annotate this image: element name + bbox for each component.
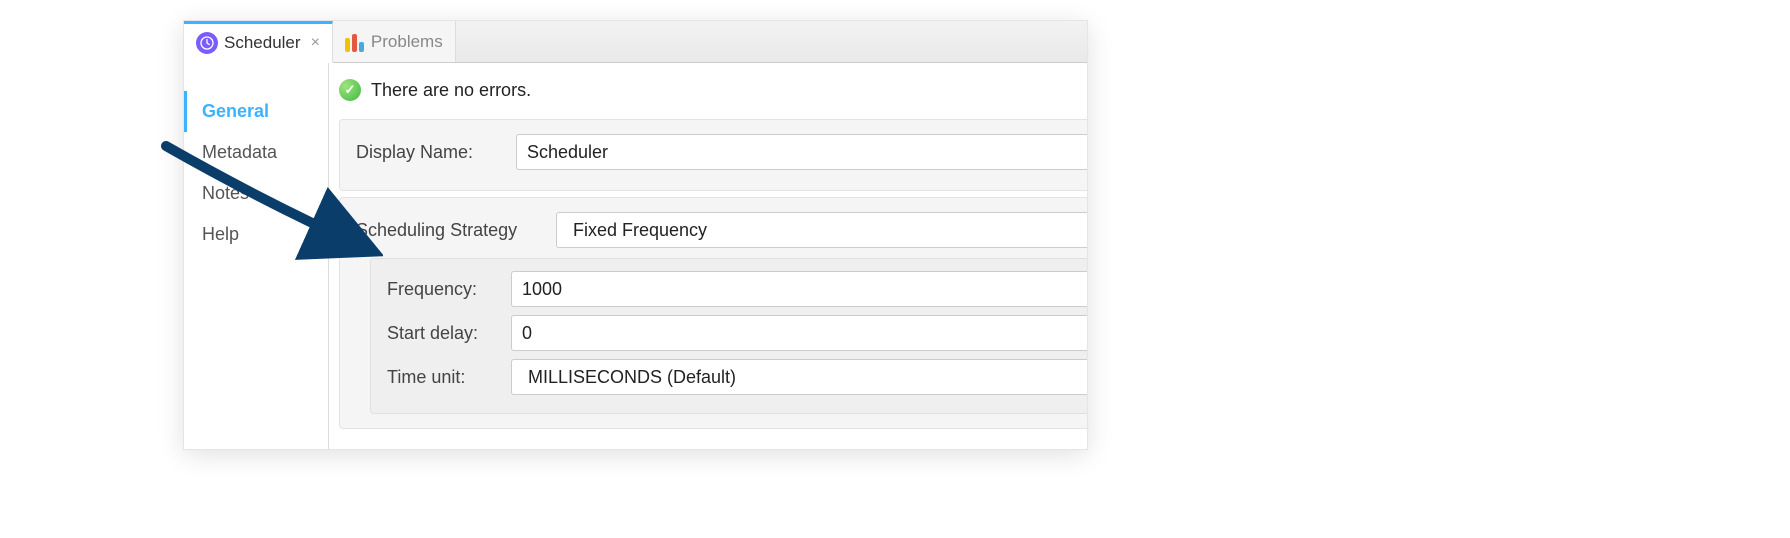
display-name-input[interactable] [516,134,1087,170]
status-row: ✓ There are no errors. [329,63,1087,113]
time-unit-label: Time unit: [387,367,511,388]
check-circle-icon: ✓ [339,79,361,101]
tab-scheduler[interactable]: Scheduler × [184,21,333,63]
scheduler-config-panel: Scheduler × Problems General Metadata No… [183,20,1088,450]
display-name-label: Display Name: [356,142,516,163]
tab-problems[interactable]: Problems [333,21,456,62]
sidebar-item-notes[interactable]: Notes [184,173,328,214]
scheduling-panel: Scheduling Strategy Frequency: Start del… [339,197,1087,429]
frequency-label: Frequency: [387,279,511,300]
status-message: There are no errors. [371,80,531,101]
tab-label: Scheduler [224,33,301,53]
tabbar: Scheduler × Problems [184,21,1087,63]
close-icon[interactable]: × [311,34,320,52]
content-area: General Metadata Notes Help ✓ There are … [184,63,1087,449]
frequency-input[interactable] [511,271,1087,307]
sidebar-item-metadata[interactable]: Metadata [184,132,328,173]
problems-icon [345,32,365,52]
start-delay-input[interactable] [511,315,1087,351]
frequency-panel: Frequency: Start delay: Time unit: [370,258,1087,414]
scheduling-strategy-label: Scheduling Strategy [356,220,556,241]
start-delay-label: Start delay: [387,323,511,344]
display-name-panel: Display Name: [339,119,1087,191]
sidebar-item-label: Help [202,224,239,244]
sidebar-item-label: General [202,101,269,121]
clock-icon [196,32,218,54]
tab-label: Problems [371,32,443,52]
scheduling-strategy-select[interactable] [556,212,1087,248]
sidebar-item-general[interactable]: General [184,91,328,132]
sidebar: General Metadata Notes Help [184,63,329,449]
time-unit-select[interactable] [511,359,1087,395]
sidebar-item-label: Notes [202,183,249,203]
sidebar-item-help[interactable]: Help [184,214,328,255]
main-panel: ✓ There are no errors. Display Name: Sch… [329,63,1087,449]
sidebar-item-label: Metadata [202,142,277,162]
